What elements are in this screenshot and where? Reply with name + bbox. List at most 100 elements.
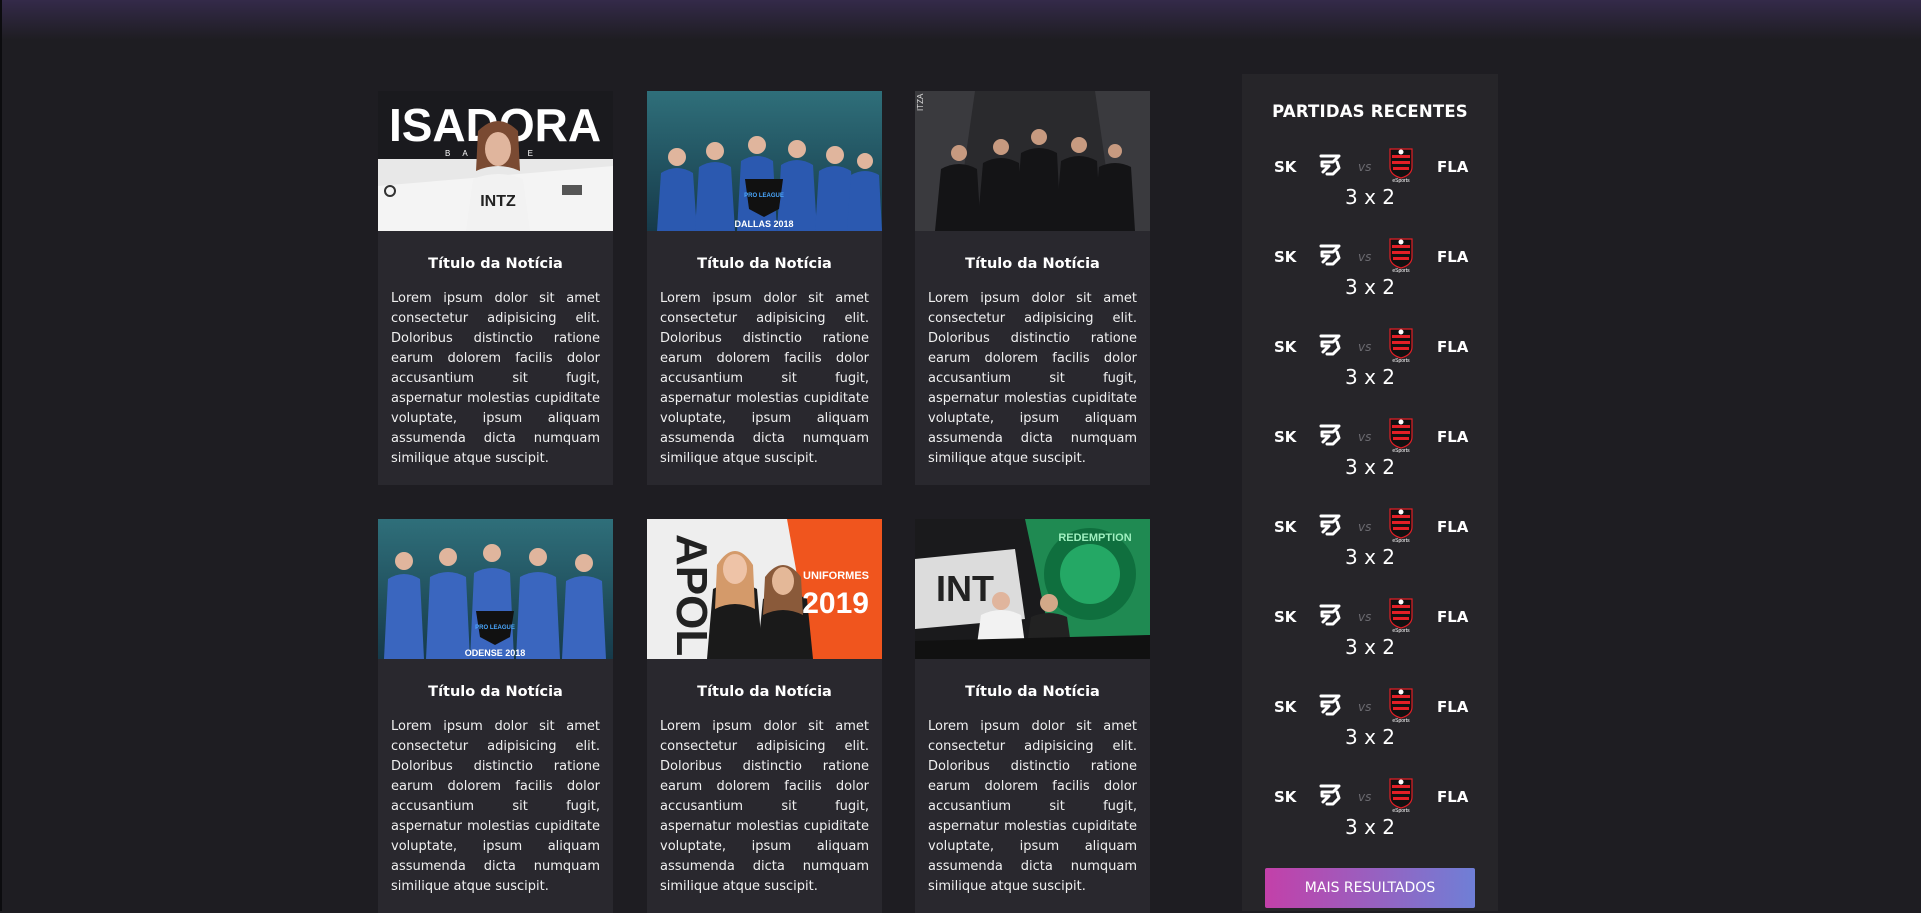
recent-matches-sidebar: PARTIDAS RECENTES SK vs eSports FLA 3 x … xyxy=(1242,74,1498,911)
vs-label: vs xyxy=(1358,430,1372,444)
team-b-name: FLA xyxy=(1437,518,1469,536)
match-row[interactable]: SK vs eSports FLA 3 x 2 xyxy=(1242,327,1498,407)
news-title[interactable]: Título da Notícia xyxy=(647,684,882,700)
image-badge: INTZ xyxy=(480,193,516,210)
image-right-text: REDEMPTION xyxy=(1058,532,1131,544)
vs-label: vs xyxy=(1358,160,1372,174)
news-image-graphic: PRO LEAGUE DALLAS 2018 xyxy=(647,91,882,231)
fla-caption: eSports xyxy=(1392,358,1410,363)
flamengo-esports-icon: eSports xyxy=(1386,327,1416,364)
flamengo-esports-icon: eSports xyxy=(1386,237,1416,274)
match-score: 3 x 2 xyxy=(1345,185,1395,209)
image-headline: UNIFORMES xyxy=(803,570,869,582)
flamengo-esports-icon: eSports xyxy=(1386,417,1416,454)
match-row[interactable]: SK vs eSports FLA 3 x 2 xyxy=(1242,597,1498,677)
news-title[interactable]: Título da Notícia xyxy=(915,256,1150,272)
team-a-name: SK xyxy=(1274,428,1297,446)
match-score: 3 x 2 xyxy=(1345,815,1395,839)
team-a-name: SK xyxy=(1274,248,1297,266)
team-b-name: FLA xyxy=(1437,428,1469,446)
vs-label: vs xyxy=(1358,700,1372,714)
news-image[interactable]: ITZA xyxy=(915,91,1150,231)
news-title[interactable]: Título da Notícia xyxy=(915,684,1150,700)
sk-logo-icon xyxy=(1313,327,1347,361)
flamengo-esports-icon: eSports xyxy=(1386,687,1416,724)
team-a-name: SK xyxy=(1274,338,1297,356)
news-image[interactable]: ISADORA BASILE INTZ xyxy=(378,91,613,231)
match-row[interactable]: SK vs eSports FLA 3 x 2 xyxy=(1242,237,1498,317)
news-title[interactable]: Título da Notícia xyxy=(647,256,882,272)
sidebar-title: PARTIDAS RECENTES xyxy=(1272,102,1468,121)
fla-caption: eSports xyxy=(1392,178,1410,183)
match-row[interactable]: SK vs eSports FLA 3 x 2 xyxy=(1242,417,1498,497)
news-card[interactable]: APOLLO UNIFORMES 2019 Título da Notícia … xyxy=(647,519,882,913)
match-row[interactable]: SK vs eSports FLA 3 x 2 xyxy=(1242,507,1498,587)
team-b-name: FLA xyxy=(1437,608,1469,626)
more-results-button[interactable]: MAIS RESULTADOS xyxy=(1265,868,1475,908)
vs-label: vs xyxy=(1358,340,1372,354)
image-left-text: INT xyxy=(936,568,994,609)
sk-logo-icon xyxy=(1313,507,1347,541)
sk-logo-icon xyxy=(1313,687,1347,721)
news-image[interactable]: INT REDEMPTION xyxy=(915,519,1150,659)
news-image-graphic: ITZA xyxy=(915,91,1150,231)
fla-caption: eSports xyxy=(1392,718,1410,723)
image-league: PRO LEAGUE xyxy=(744,193,784,199)
news-card[interactable]: INT REDEMPTION Título da Notícia Lorem i… xyxy=(915,519,1150,913)
flamengo-esports-icon: eSports xyxy=(1386,147,1416,184)
news-excerpt: Lorem ipsum dolor sit amet consectetur a… xyxy=(391,719,600,894)
match-score: 3 x 2 xyxy=(1345,635,1395,659)
news-excerpt: Lorem ipsum dolor sit amet consectetur a… xyxy=(928,719,1137,894)
news-image-graphic: INT REDEMPTION xyxy=(915,519,1150,659)
news-card[interactable]: PRO LEAGUE DALLAS 2018 Título da Notícia… xyxy=(647,91,882,485)
news-excerpt: Lorem ipsum dolor sit amet consectetur a… xyxy=(660,719,869,894)
news-title[interactable]: Título da Notícia xyxy=(378,256,613,272)
news-image-graphic: ISADORA BASILE INTZ xyxy=(378,91,613,231)
image-caption: DALLAS 2018 xyxy=(734,219,793,229)
news-title[interactable]: Título da Notícia xyxy=(378,684,613,700)
news-card[interactable]: ITZA Título da Notícia Lorem ipsum dolor… xyxy=(915,91,1150,485)
sk-logo-icon xyxy=(1313,417,1347,451)
match-score: 3 x 2 xyxy=(1345,725,1395,749)
page-edge xyxy=(0,0,2,911)
news-image[interactable]: PRO LEAGUE ODENSE 2018 xyxy=(378,519,613,659)
team-b-name: FLA xyxy=(1437,338,1469,356)
vs-label: vs xyxy=(1358,520,1372,534)
vs-label: vs xyxy=(1358,790,1372,804)
fla-caption: eSports xyxy=(1392,628,1410,633)
match-score: 3 x 2 xyxy=(1345,455,1395,479)
team-b-name: FLA xyxy=(1437,158,1469,176)
news-excerpt: Lorem ipsum dolor sit amet consectetur a… xyxy=(391,291,600,466)
flamengo-esports-icon: eSports xyxy=(1386,597,1416,634)
news-image-graphic: APOLLO UNIFORMES 2019 xyxy=(647,519,882,659)
match-row[interactable]: SK vs eSports FLA 3 x 2 xyxy=(1242,687,1498,767)
news-card[interactable]: ISADORA BASILE INTZ Título da Notícia Lo… xyxy=(378,91,613,485)
news-excerpt: Lorem ipsum dolor sit amet consectetur a… xyxy=(660,291,869,466)
match-row[interactable]: SK vs eSports FLA 3 x 2 xyxy=(1242,147,1498,227)
image-side-text: ITZA xyxy=(916,93,925,111)
fla-caption: eSports xyxy=(1392,538,1410,543)
news-excerpt: Lorem ipsum dolor sit amet consectetur a… xyxy=(928,291,1137,466)
news-image[interactable]: APOLLO UNIFORMES 2019 xyxy=(647,519,882,659)
team-b-name: FLA xyxy=(1437,788,1469,806)
match-row[interactable]: SK vs eSports FLA 3 x 2 xyxy=(1242,777,1498,857)
team-a-name: SK xyxy=(1274,158,1297,176)
news-card[interactable]: PRO LEAGUE ODENSE 2018 Título da Notícia… xyxy=(378,519,613,913)
flamengo-esports-icon: eSports xyxy=(1386,507,1416,544)
image-league: PRO LEAGUE xyxy=(475,625,515,631)
team-b-name: FLA xyxy=(1437,248,1469,266)
team-a-name: SK xyxy=(1274,788,1297,806)
fla-caption: eSports xyxy=(1392,448,1410,453)
sk-logo-icon xyxy=(1313,777,1347,811)
top-header-band xyxy=(0,0,1921,40)
match-score: 3 x 2 xyxy=(1345,275,1395,299)
vs-label: vs xyxy=(1358,610,1372,624)
team-b-name: FLA xyxy=(1437,698,1469,716)
sk-logo-icon xyxy=(1313,237,1347,271)
sk-logo-icon xyxy=(1313,147,1347,181)
flamengo-esports-icon: eSports xyxy=(1386,777,1416,814)
image-year: 2019 xyxy=(802,587,869,620)
fla-caption: eSports xyxy=(1392,268,1410,273)
sk-logo-icon xyxy=(1313,597,1347,631)
news-image[interactable]: PRO LEAGUE DALLAS 2018 xyxy=(647,91,882,231)
